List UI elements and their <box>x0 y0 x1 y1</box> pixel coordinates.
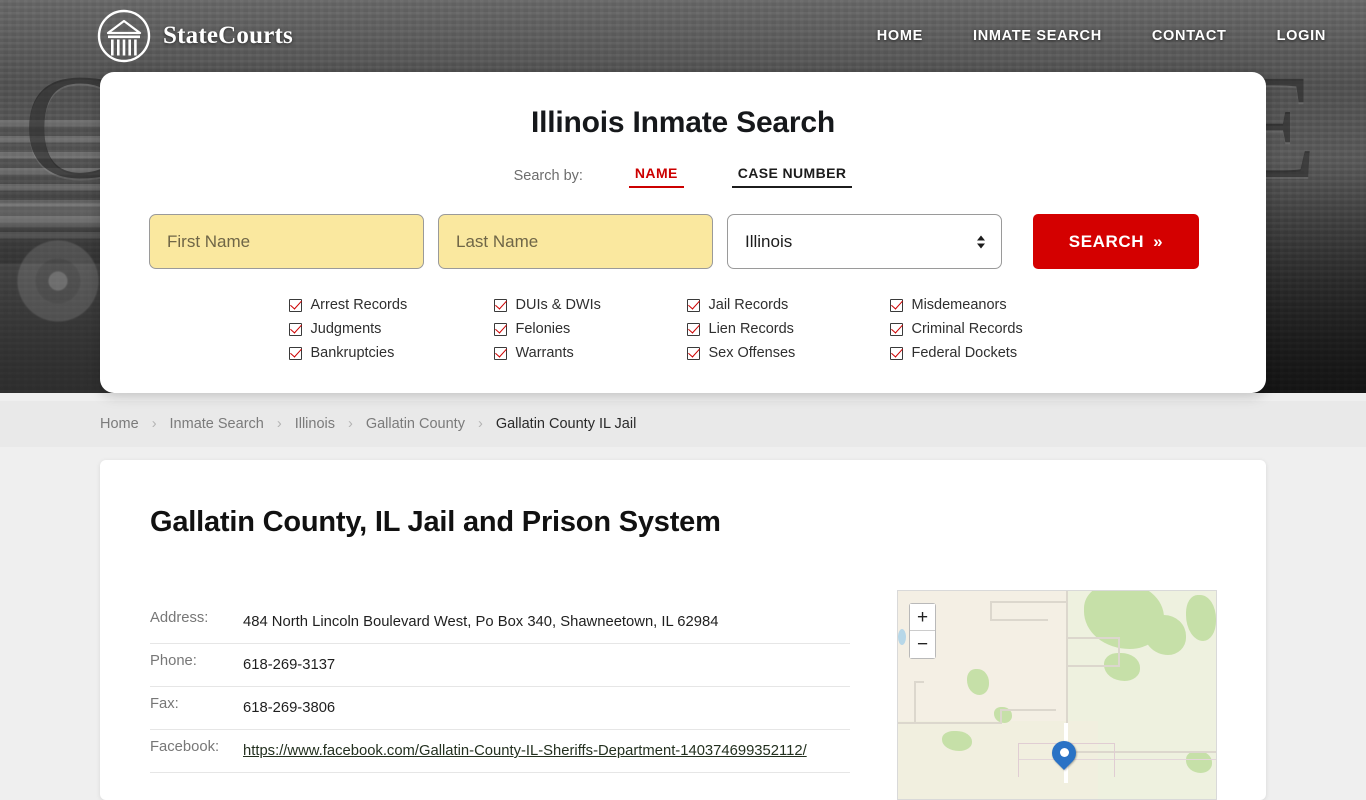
state-select[interactable] <box>727 214 1002 269</box>
checkbox-label: Misdemeanors <box>911 297 1007 313</box>
search-fields-row: SEARCH » <box>100 214 1266 269</box>
table-row: Fax: 618-269-3806 <box>150 687 850 730</box>
checkmark-icon <box>493 322 507 336</box>
map-zoom-out-button[interactable]: − <box>910 631 935 658</box>
breadcrumb-item-illinois[interactable]: Illinois <box>295 416 335 432</box>
checkbox-item[interactable]: DUIs & DWIs <box>493 293 687 317</box>
checkbox-label: Jail Records <box>708 297 789 313</box>
brand-name: StateCourts <box>163 22 293 49</box>
detail-section: Address: 484 North Lincoln Boulevard Wes… <box>150 590 1217 800</box>
checkbox-item[interactable]: Lien Records <box>686 317 890 341</box>
breadcrumb-item-gallatin-county[interactable]: Gallatin County <box>366 416 465 432</box>
row-value-phone: 618-269-3137 <box>243 657 336 673</box>
checkbox-item[interactable]: Misdemeanors <box>889 293 1090 317</box>
row-label: Fax: <box>150 696 179 712</box>
brand-logo[interactable]: StateCourts <box>96 8 293 64</box>
checkbox-label: Sex Offenses <box>708 345 796 361</box>
site-header: StateCourts HOME INMATE SEARCH CONTACT L… <box>0 0 1366 72</box>
first-name-input[interactable] <box>149 214 424 269</box>
checkbox-item[interactable]: Judgments <box>288 317 494 341</box>
checkbox-label: Criminal Records <box>911 321 1023 337</box>
search-button[interactable]: SEARCH » <box>1033 214 1199 269</box>
breadcrumb-item-home[interactable]: Home <box>100 416 139 432</box>
state-select-wrapper <box>727 214 1002 269</box>
nav-item-login[interactable]: LOGIN <box>1277 28 1326 44</box>
jail-detail-card: Gallatin County, IL Jail and Prison Syst… <box>100 460 1266 800</box>
row-value-facebook: https://www.facebook.com/Gallatin-County… <box>243 739 807 763</box>
record-type-checklist: Arrest Records DUIs & DWIs Jail Records … <box>100 293 1266 365</box>
breadcrumb-separator-icon: › <box>276 416 282 432</box>
courthouse-circle-icon <box>96 8 152 64</box>
checkmark-icon <box>288 298 302 312</box>
main-navigation: HOME INMATE SEARCH CONTACT LOGIN <box>877 28 1326 44</box>
breadcrumb-separator-icon: › <box>477 416 483 432</box>
tab-case-number[interactable]: CASE NUMBER <box>731 164 853 188</box>
last-name-input[interactable] <box>438 214 713 269</box>
checkmark-icon <box>686 346 700 360</box>
map-zoom-in-button[interactable]: + <box>910 604 935 631</box>
facebook-link[interactable]: https://www.facebook.com/Gallatin-County… <box>243 743 807 759</box>
search-by-label: Search by: <box>513 168 583 184</box>
checkmark-icon <box>288 322 302 336</box>
row-label: Facebook: <box>150 739 220 755</box>
checkbox-item[interactable]: Arrest Records <box>288 293 494 317</box>
checkbox-label: Judgments <box>310 321 382 337</box>
checkbox-item[interactable]: Federal Dockets <box>889 341 1090 365</box>
search-by-row: Search by: NAME CASE NUMBER <box>100 164 1266 188</box>
tab-name[interactable]: NAME <box>628 164 684 188</box>
checkbox-label: Lien Records <box>708 321 794 337</box>
checkbox-item[interactable]: Felonies <box>493 317 687 341</box>
map-zoom-controls: + − <box>909 603 936 659</box>
nav-item-home[interactable]: HOME <box>877 28 923 44</box>
page-title: Gallatin County, IL Jail and Prison Syst… <box>150 506 721 538</box>
checkmark-icon <box>889 346 903 360</box>
nav-item-contact[interactable]: CONTACT <box>1152 28 1227 44</box>
nav-item-inmate-search[interactable]: INMATE SEARCH <box>973 28 1102 44</box>
checkmark-icon <box>493 298 507 312</box>
checkmark-icon <box>686 322 700 336</box>
map-pin-icon[interactable] <box>1047 736 1081 773</box>
double-chevron-right-icon: » <box>1153 231 1164 251</box>
checkbox-label: Bankruptcies <box>310 345 395 361</box>
row-label: Address: <box>150 610 209 626</box>
checkmark-icon <box>686 298 700 312</box>
table-row: Facebook: https://www.facebook.com/Galla… <box>150 730 850 773</box>
breadcrumb-item-current: Gallatin County IL Jail <box>495 416 637 432</box>
breadcrumb-separator-icon: › <box>347 416 353 432</box>
breadcrumb-separator-icon: › <box>151 416 157 432</box>
checkbox-label: Federal Dockets <box>911 345 1018 361</box>
checkbox-label: Warrants <box>515 345 574 361</box>
table-row: Phone: 618-269-3137 <box>150 644 850 687</box>
checkbox-item[interactable]: Sex Offenses <box>686 341 890 365</box>
checkmark-icon <box>288 346 302 360</box>
table-row: Address: 484 North Lincoln Boulevard Wes… <box>150 601 850 644</box>
row-label: Phone: <box>150 653 197 669</box>
search-button-label: SEARCH <box>1068 231 1145 251</box>
location-map[interactable]: + − <box>897 590 1217 800</box>
checkmark-icon <box>493 346 507 360</box>
breadcrumb-item-inmate-search[interactable]: Inmate Search <box>170 416 264 432</box>
checkbox-label: DUIs & DWIs <box>515 297 601 313</box>
checkbox-item[interactable]: Criminal Records <box>889 317 1090 341</box>
checkbox-item[interactable]: Bankruptcies <box>288 341 494 365</box>
row-value-address: 484 North Lincoln Boulevard West, Po Box… <box>243 614 719 630</box>
search-card-title: Illinois Inmate Search <box>530 106 836 139</box>
checkmark-icon <box>889 322 903 336</box>
facility-details-table: Address: 484 North Lincoln Boulevard Wes… <box>150 601 850 773</box>
inmate-search-card: Illinois Inmate Search Search by: NAME C… <box>100 72 1266 393</box>
checkmark-icon <box>889 298 903 312</box>
checkbox-label: Arrest Records <box>310 297 408 313</box>
breadcrumb: Home › Inmate Search › Illinois › Gallat… <box>0 401 1366 447</box>
checkbox-label: Felonies <box>515 321 571 337</box>
row-value-fax: 618-269-3806 <box>243 700 336 716</box>
checkbox-item[interactable]: Jail Records <box>686 293 890 317</box>
checkbox-item[interactable]: Warrants <box>493 341 687 365</box>
